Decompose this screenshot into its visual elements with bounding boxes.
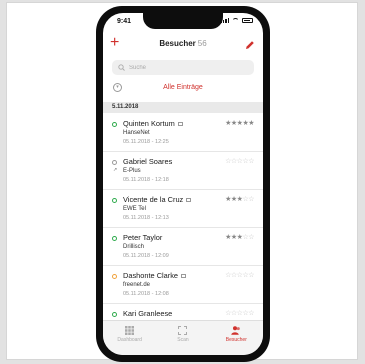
rating-stars[interactable]: ★★★☆☆ bbox=[225, 195, 254, 203]
filter-all-entries[interactable]: Alle Einträge bbox=[103, 84, 263, 91]
status-dot-icon bbox=[112, 236, 117, 241]
visitor-company: HanseNet bbox=[123, 130, 150, 136]
tab-label-scan: Scan bbox=[177, 337, 189, 343]
visitor-company: Drillisch bbox=[123, 244, 144, 250]
star-filled-icon: ★ bbox=[248, 120, 254, 127]
wifi-icon bbox=[232, 18, 239, 23]
rating-stars[interactable]: ★★★★★ bbox=[225, 119, 254, 127]
business-card-icon bbox=[186, 198, 192, 203]
visitor-name: Peter Taylor bbox=[123, 233, 163, 242]
tab-dashboard[interactable]: Dashboard bbox=[103, 321, 156, 355]
visitor-company: freenet.de bbox=[123, 282, 151, 288]
visitor-name: Quinten Kortum bbox=[123, 119, 175, 128]
star-empty-icon: ☆ bbox=[248, 158, 254, 165]
visitor-name: Vicente de la Cruz bbox=[123, 195, 184, 204]
grid-icon bbox=[125, 326, 135, 335]
visit-datetime: 05.11.2018 - 12:08 bbox=[123, 291, 169, 297]
status-dot-icon bbox=[112, 160, 117, 165]
people-icon bbox=[231, 326, 241, 335]
tab-label-besucher: Besucher bbox=[225, 337, 247, 343]
visitor-row[interactable]: Dashonte Clarke freenet.de 05.11.2018 - 12… bbox=[103, 266, 263, 304]
tab-label-dashboard: Dashboard bbox=[117, 337, 142, 343]
visitor-row[interactable]: Peter Taylor Drillisch 05.11.2018 - 12:09 ★… bbox=[103, 228, 263, 266]
visitor-name: Dashonte Clarke bbox=[123, 271, 179, 280]
status-dot-icon bbox=[112, 312, 117, 317]
phone-notch bbox=[143, 13, 223, 29]
page-title: Besucher 56 bbox=[103, 39, 263, 48]
visit-datetime: 05.11.2018 - 12:18 bbox=[123, 177, 169, 183]
business-card-icon bbox=[177, 122, 183, 127]
visitor-name-cell: Dashonte Clarke bbox=[123, 271, 187, 280]
page-title-label: Besucher bbox=[159, 39, 196, 48]
phone-frame: 9:41 + Besucher56 ▾ Alle Einträge 5.11.2… bbox=[96, 6, 270, 362]
star-empty-icon: ☆ bbox=[248, 272, 254, 279]
tab-besucher[interactable]: Besucher bbox=[210, 321, 263, 355]
rating-stars[interactable]: ★★★☆☆ bbox=[225, 233, 254, 241]
status-icons bbox=[220, 18, 253, 23]
tab-scan[interactable]: Scan bbox=[156, 321, 209, 355]
visitor-company: EWE Tel bbox=[123, 206, 146, 212]
visitor-company: E-Plus bbox=[123, 168, 141, 174]
visitor-name-cell: Quinten Kortum bbox=[123, 119, 183, 128]
tab-bar: Dashboard Scan Besucher bbox=[103, 320, 263, 355]
pencil-icon bbox=[246, 41, 254, 49]
star-empty-icon: ☆ bbox=[248, 310, 254, 317]
business-card-icon bbox=[181, 274, 187, 279]
visit-datetime: 05.11.2018 - 12:09 bbox=[123, 253, 169, 259]
search-input[interactable] bbox=[129, 64, 239, 71]
visitor-row[interactable]: Quinten Kortum HanseNet 05.11.2018 - 12:25… bbox=[103, 114, 263, 152]
forward-arrow-icon: ↗ bbox=[113, 167, 118, 173]
search-icon bbox=[118, 64, 125, 71]
status-dot-icon bbox=[112, 274, 117, 279]
rating-stars[interactable]: ☆☆☆☆☆ bbox=[225, 309, 254, 317]
visitor-name-cell: Kari Granleese bbox=[123, 309, 172, 318]
rating-stars[interactable]: ☆☆☆☆☆ bbox=[225, 271, 254, 279]
visit-datetime: 05.11.2018 - 12:25 bbox=[123, 139, 169, 145]
visitor-row[interactable]: Gabriel Soares ↗ E-Plus 05.11.2018 - 12:18 ☆… bbox=[103, 152, 263, 190]
visitor-count: 56 bbox=[197, 39, 207, 48]
status-dot-icon bbox=[112, 198, 117, 203]
status-dot-icon bbox=[112, 122, 117, 127]
app-screen: 9:41 + Besucher56 ▾ Alle Einträge 5.11.2… bbox=[103, 13, 263, 355]
search-bar[interactable] bbox=[112, 60, 254, 75]
visitor-list: Quinten Kortum HanseNet 05.11.2018 - 12:25… bbox=[103, 114, 263, 342]
status-time: 9:41 bbox=[117, 18, 132, 25]
edit-button[interactable] bbox=[245, 37, 255, 55]
star-empty-icon: ☆ bbox=[248, 234, 254, 241]
date-section-header: 5.11.2018 bbox=[103, 102, 263, 113]
battery-icon bbox=[242, 18, 253, 23]
visitor-name: Kari Granleese bbox=[123, 309, 173, 318]
scan-icon bbox=[178, 326, 188, 335]
visitor-row[interactable]: Vicente de la Cruz EWE Tel 05.11.2018 - 12… bbox=[103, 190, 263, 228]
rating-stars[interactable]: ☆☆☆☆☆ bbox=[225, 157, 254, 165]
filter-row: ▾ Alle Einträge bbox=[103, 83, 263, 95]
visitor-name-cell: Peter Taylor bbox=[123, 233, 162, 242]
visitor-name-cell: Gabriel Soares bbox=[123, 157, 172, 166]
navigation-bar: + Besucher 56 bbox=[103, 35, 263, 53]
visitor-name: Gabriel Soares bbox=[123, 157, 173, 166]
visitor-name-cell: Vicente de la Cruz bbox=[123, 195, 192, 204]
visit-datetime: 05.11.2018 - 12:13 bbox=[123, 215, 169, 221]
star-empty-icon: ☆ bbox=[248, 196, 254, 203]
